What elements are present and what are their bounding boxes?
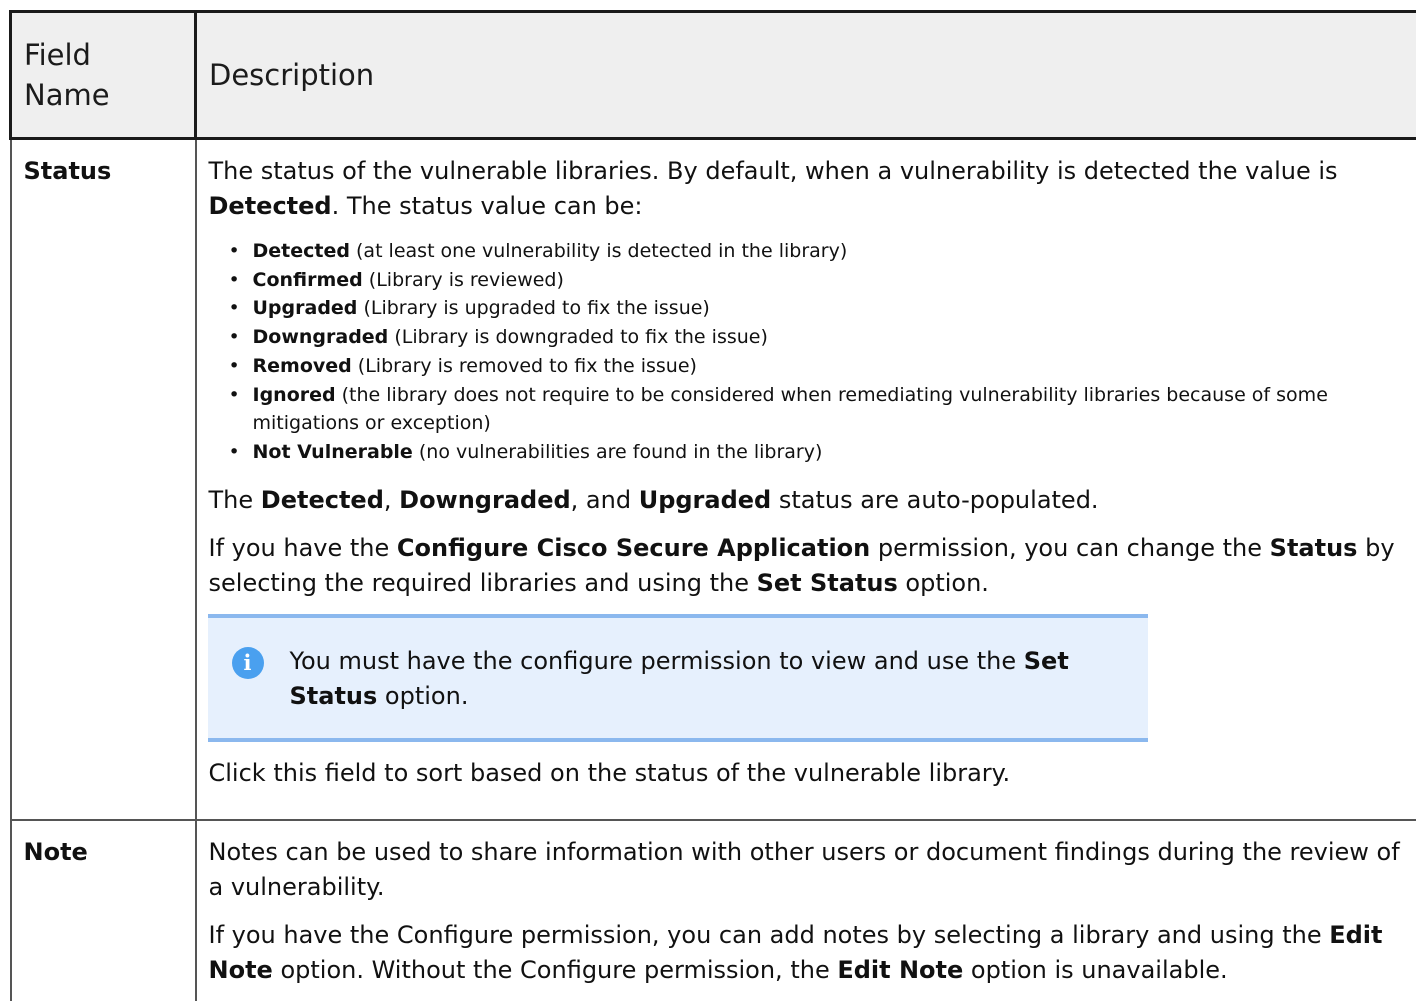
description-note: Notes can be used to share information w… [196, 820, 1416, 1001]
description-status: The status of the vulnerable libraries. … [195, 138, 1416, 821]
list-item: Detected (at least one vulnerability is … [229, 237, 1416, 266]
list-item: Confirmed (Library is reviewed) [229, 266, 1416, 295]
auto-populated-text: The Detected, Downgraded, and Upgraded s… [208, 485, 1099, 514]
sort-text: Click this field to sort based on the st… [208, 758, 1011, 787]
header-description: Description [195, 10, 1416, 140]
list-item: Not Vulnerable (no vulnerabilities are f… [229, 438, 1416, 467]
note-paragraph-1: Notes can be used to share information w… [208, 838, 1400, 901]
header-field-name: Field Name [9, 10, 197, 140]
header-field-name-line1: Field [24, 38, 91, 72]
info-note: i You must have the configure permission… [207, 613, 1148, 742]
info-icon: i [231, 646, 264, 679]
field-name-status: Status [9, 138, 197, 821]
list-item: Downgraded (Library is downgraded to fix… [229, 323, 1416, 352]
list-item: Removed (Library is removed to fix the i… [229, 352, 1416, 381]
permission-text: If you have the Configure Cisco Secure A… [208, 533, 1395, 597]
field-name-note: Note [9, 820, 197, 1001]
table-row-status: Status The status of the vulnerable libr… [9, 138, 1416, 821]
table-row-note: Note Notes can be used to share informat… [9, 820, 1416, 1001]
list-item: Ignored (the library does not require to… [229, 381, 1416, 438]
list-item: Upgraded (Library is upgraded to fix the… [229, 294, 1416, 323]
table-header-row: Field Name Description [9, 10, 1416, 140]
field-description-table: Field Name Description Status The status … [9, 10, 1416, 1001]
note-paragraph-2: If you have the Configure permission, yo… [208, 921, 1383, 984]
header-field-name-line2: Name [24, 78, 110, 112]
status-values-list: Detected (at least one vulnerability is … [209, 237, 1416, 467]
status-intro: The status of the vulnerable libraries. … [208, 157, 1338, 220]
